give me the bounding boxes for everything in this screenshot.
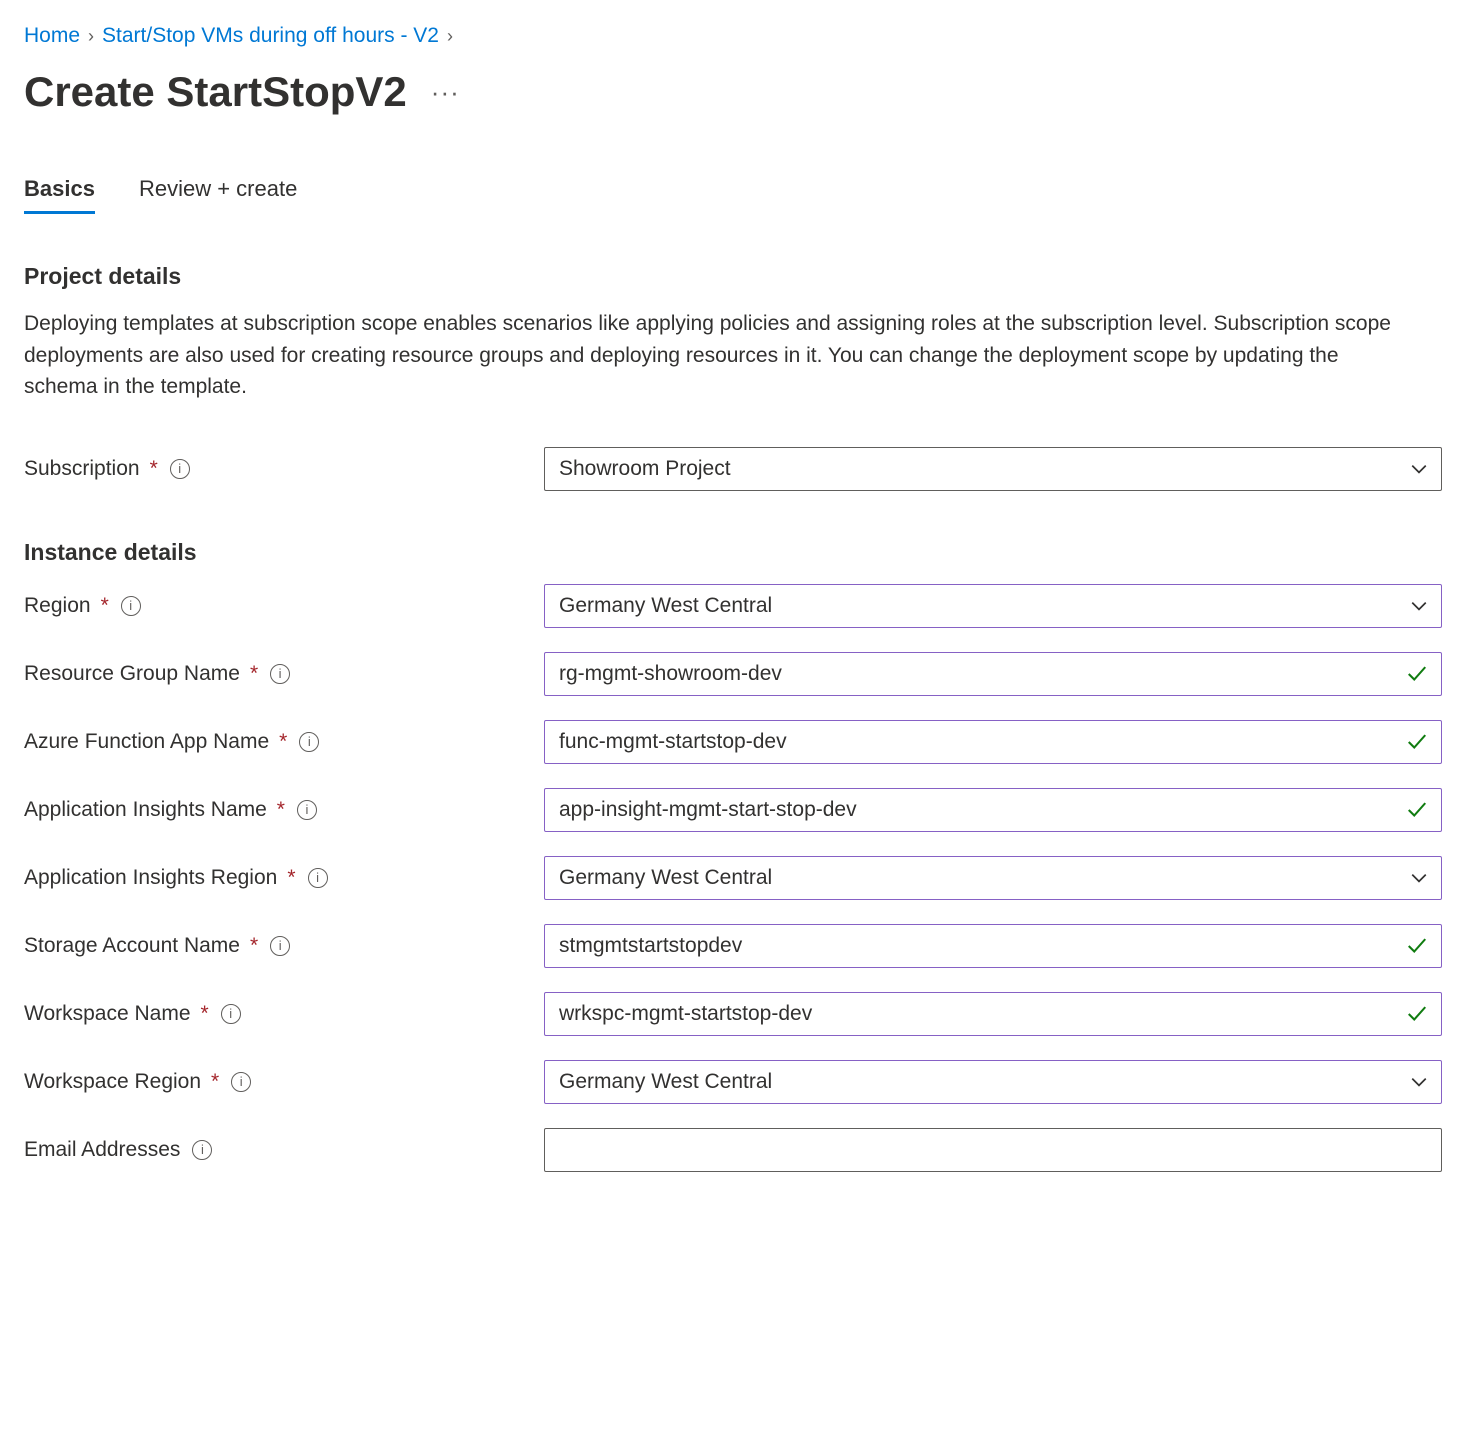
label-text: Subscription [24,457,140,481]
storage-account-input[interactable] [544,924,1442,968]
label-app-insights: Application Insights Name * i [24,798,544,822]
email-input[interactable] [544,1128,1442,1172]
breadcrumb-parent[interactable]: Start/Stop VMs during off hours - V2 [102,24,439,48]
label-app-insights-region: Application Insights Region * i [24,866,544,890]
info-icon[interactable]: i [231,1072,251,1092]
info-icon[interactable]: i [308,868,328,888]
form-row-subscription: Subscription * i Showroom Project [24,447,1442,491]
required-indicator: * [277,798,285,822]
resource-group-input[interactable] [544,652,1442,696]
label-resource-group: Resource Group Name * i [24,662,544,686]
label-text: Workspace Region [24,1070,201,1094]
section-title-project: Project details [24,263,1442,290]
form-row-app-insights-region: Application Insights Region * i Germany … [24,856,1442,900]
workspace-region-select[interactable]: Germany West Central [544,1060,1442,1104]
info-icon[interactable]: i [121,596,141,616]
app-insights-region-select[interactable]: Germany West Central [544,856,1442,900]
label-function-app: Azure Function App Name * i [24,730,544,754]
form-row-function-app: Azure Function App Name * i [24,720,1442,764]
required-indicator: * [287,866,295,890]
required-indicator: * [150,457,158,481]
info-icon[interactable]: i [299,732,319,752]
info-icon[interactable]: i [170,459,190,479]
required-indicator: * [250,662,258,686]
chevron-right-icon: › [88,26,94,47]
app-insights-input[interactable] [544,788,1442,832]
required-indicator: * [279,730,287,754]
label-region: Region * i [24,594,544,618]
label-workspace-name: Workspace Name * i [24,1002,544,1026]
required-indicator: * [101,594,109,618]
region-select[interactable]: Germany West Central [544,584,1442,628]
chevron-right-icon: › [447,26,453,47]
form-row-email: Email Addresses i [24,1128,1442,1172]
function-app-input[interactable] [544,720,1442,764]
label-text: Email Addresses [24,1138,180,1162]
form-row-workspace-name: Workspace Name * i [24,992,1442,1036]
page-header: Create StartStopV2 ··· [24,68,1442,116]
label-workspace-region: Workspace Region * i [24,1070,544,1094]
form-row-storage-account: Storage Account Name * i [24,924,1442,968]
required-indicator: * [250,934,258,958]
label-text: Region [24,594,91,618]
label-email: Email Addresses i [24,1138,544,1162]
workspace-name-input[interactable] [544,992,1442,1036]
subscription-select[interactable]: Showroom Project [544,447,1442,491]
section-description-project: Deploying templates at subscription scop… [24,308,1414,403]
tabs: Basics Review + create [24,176,1442,215]
breadcrumb-home[interactable]: Home [24,24,80,48]
info-icon[interactable]: i [270,664,290,684]
required-indicator: * [201,1002,209,1026]
form-row-region: Region * i Germany West Central [24,584,1442,628]
label-text: Storage Account Name [24,934,240,958]
label-subscription: Subscription * i [24,457,544,481]
info-icon[interactable]: i [221,1004,241,1024]
info-icon[interactable]: i [270,936,290,956]
label-text: Application Insights Region [24,866,277,890]
section-project-details: Project details Deploying templates at s… [24,263,1442,491]
label-storage-account: Storage Account Name * i [24,934,544,958]
label-text: Workspace Name [24,1002,191,1026]
form-row-workspace-region: Workspace Region * i Germany West Centra… [24,1060,1442,1104]
tab-basics[interactable]: Basics [24,176,95,214]
page-title: Create StartStopV2 [24,68,407,116]
more-icon[interactable]: ··· [431,77,460,108]
label-text: Resource Group Name [24,662,240,686]
breadcrumb: Home › Start/Stop VMs during off hours -… [24,24,1442,48]
info-icon[interactable]: i [192,1140,212,1160]
form-row-app-insights: Application Insights Name * i [24,788,1442,832]
label-text: Azure Function App Name [24,730,269,754]
tab-review-create[interactable]: Review + create [139,176,297,214]
section-instance-details: Instance details Region * i Germany West… [24,539,1442,1172]
section-title-instance: Instance details [24,539,1442,566]
form-row-resource-group: Resource Group Name * i [24,652,1442,696]
info-icon[interactable]: i [297,800,317,820]
required-indicator: * [211,1070,219,1094]
label-text: Application Insights Name [24,798,267,822]
